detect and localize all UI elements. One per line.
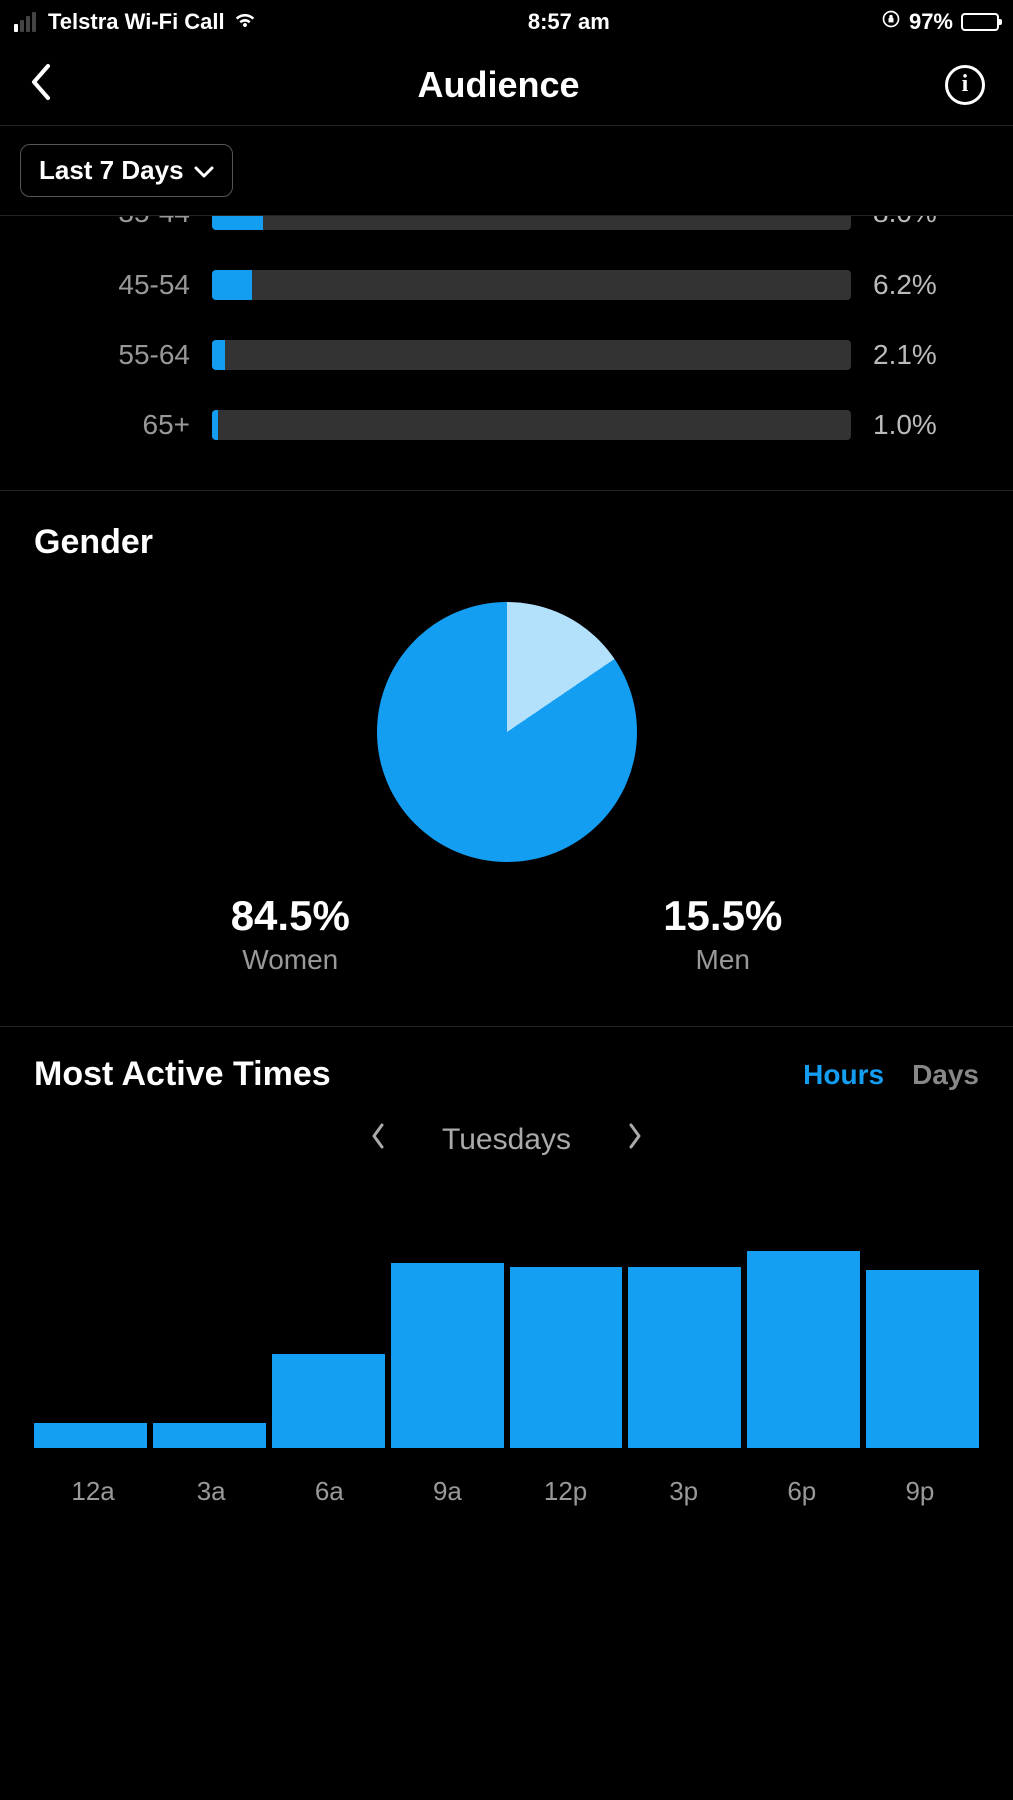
bar-x-label: 9p <box>861 1462 979 1507</box>
active-times-x-labels: 12a3a6a9a12p3p6p9p <box>34 1448 979 1507</box>
active-times-bar-chart <box>34 1198 979 1448</box>
age-range-row: 45-54 6.2% <box>40 250 973 320</box>
gender-stat-women: 84.5% Women <box>231 892 350 976</box>
age-range-pct: 8.0% <box>873 216 973 229</box>
bar-column <box>510 1267 623 1448</box>
age-range-label: 45-54 <box>40 269 190 301</box>
women-label: Women <box>231 944 350 976</box>
bar <box>747 1251 860 1448</box>
age-range-pct: 1.0% <box>873 409 973 441</box>
gender-section: Gender 84.5% Women 15.5% Men <box>0 491 1013 1027</box>
age-range-label: 65+ <box>40 409 190 441</box>
bar-x-label: 12a <box>34 1462 152 1507</box>
hours-days-toggle: Hours Days <box>803 1059 979 1091</box>
nav-header: Audience i <box>0 44 1013 126</box>
tab-hours[interactable]: Hours <box>803 1059 884 1091</box>
men-pct: 15.5% <box>663 892 782 940</box>
battery-icon <box>961 13 999 31</box>
selected-day-label: Tuesdays <box>442 1123 571 1157</box>
status-right: 97% <box>881 9 999 35</box>
day-selector: Tuesdays <box>34 1094 979 1198</box>
active-times-section: Most Active Times Hours Days Tuesdays 12… <box>0 1027 1013 1507</box>
date-range-label: Last 7 Days <box>39 155 184 186</box>
bar-x-label: 3a <box>152 1462 270 1507</box>
carrier-label: Telstra Wi-Fi Call <box>48 9 225 35</box>
rotation-lock-icon <box>881 9 901 35</box>
women-pct: 84.5% <box>231 892 350 940</box>
info-button[interactable]: i <box>945 65 985 105</box>
bar <box>153 1423 266 1448</box>
bar-column <box>628 1267 741 1448</box>
active-times-title: Most Active Times <box>34 1055 331 1094</box>
date-range-dropdown[interactable]: Last 7 Days <box>20 144 233 197</box>
bar-column <box>272 1354 385 1449</box>
tab-days[interactable]: Days <box>912 1059 979 1091</box>
status-bar: Telstra Wi-Fi Call 8:57 am 97% <box>0 0 1013 44</box>
bar-x-label: 12p <box>507 1462 625 1507</box>
bar-column <box>153 1423 266 1448</box>
bar-x-label: 3p <box>625 1462 743 1507</box>
bar-column <box>34 1423 147 1448</box>
gender-pie-chart <box>377 602 637 862</box>
age-range-bar <box>212 340 851 370</box>
wifi-icon <box>233 7 257 37</box>
bar <box>34 1423 147 1448</box>
gender-stats: 84.5% Women 15.5% Men <box>34 892 979 976</box>
age-range-pct: 6.2% <box>873 269 973 301</box>
gender-pie-wrap <box>34 562 979 892</box>
bar <box>391 1263 504 1448</box>
cellular-signal-icon <box>14 12 36 32</box>
next-day-button[interactable] <box>627 1122 643 1158</box>
bar-column <box>747 1251 860 1448</box>
age-range-row: 55-64 2.1% <box>40 320 973 390</box>
filter-row: Last 7 Days <box>0 126 1013 216</box>
status-left: Telstra Wi-Fi Call <box>14 7 257 37</box>
age-range-section: 35-44 8.0% 45-54 6.2% 55-64 2.1% 65+ 1.0% <box>0 216 1013 491</box>
prev-day-button[interactable] <box>370 1122 386 1158</box>
back-button[interactable] <box>28 62 52 107</box>
active-times-header: Most Active Times Hours Days <box>34 1055 979 1094</box>
bar <box>272 1354 385 1449</box>
age-range-bar <box>212 216 851 230</box>
gender-stat-men: 15.5% Men <box>663 892 782 976</box>
bar-column <box>391 1263 504 1448</box>
battery-pct-label: 97% <box>909 9 953 35</box>
page-title: Audience <box>417 64 579 106</box>
age-range-bar <box>212 270 851 300</box>
bar-x-label: 6p <box>743 1462 861 1507</box>
status-time: 8:57 am <box>528 9 610 35</box>
bar-column <box>866 1270 979 1449</box>
age-range-label: 35-44 <box>40 216 190 229</box>
chevron-down-icon <box>194 155 214 186</box>
age-range-row: 35-44 8.0% <box>40 216 973 250</box>
age-range-label: 55-64 <box>40 339 190 371</box>
gender-title: Gender <box>34 523 979 562</box>
bar-x-label: 6a <box>270 1462 388 1507</box>
bar-x-label: 9a <box>388 1462 506 1507</box>
men-label: Men <box>663 944 782 976</box>
age-range-bar <box>212 410 851 440</box>
age-range-pct: 2.1% <box>873 339 973 371</box>
age-range-row: 65+ 1.0% <box>40 390 973 460</box>
bar <box>866 1270 979 1449</box>
bar <box>510 1267 623 1448</box>
bar <box>628 1267 741 1448</box>
